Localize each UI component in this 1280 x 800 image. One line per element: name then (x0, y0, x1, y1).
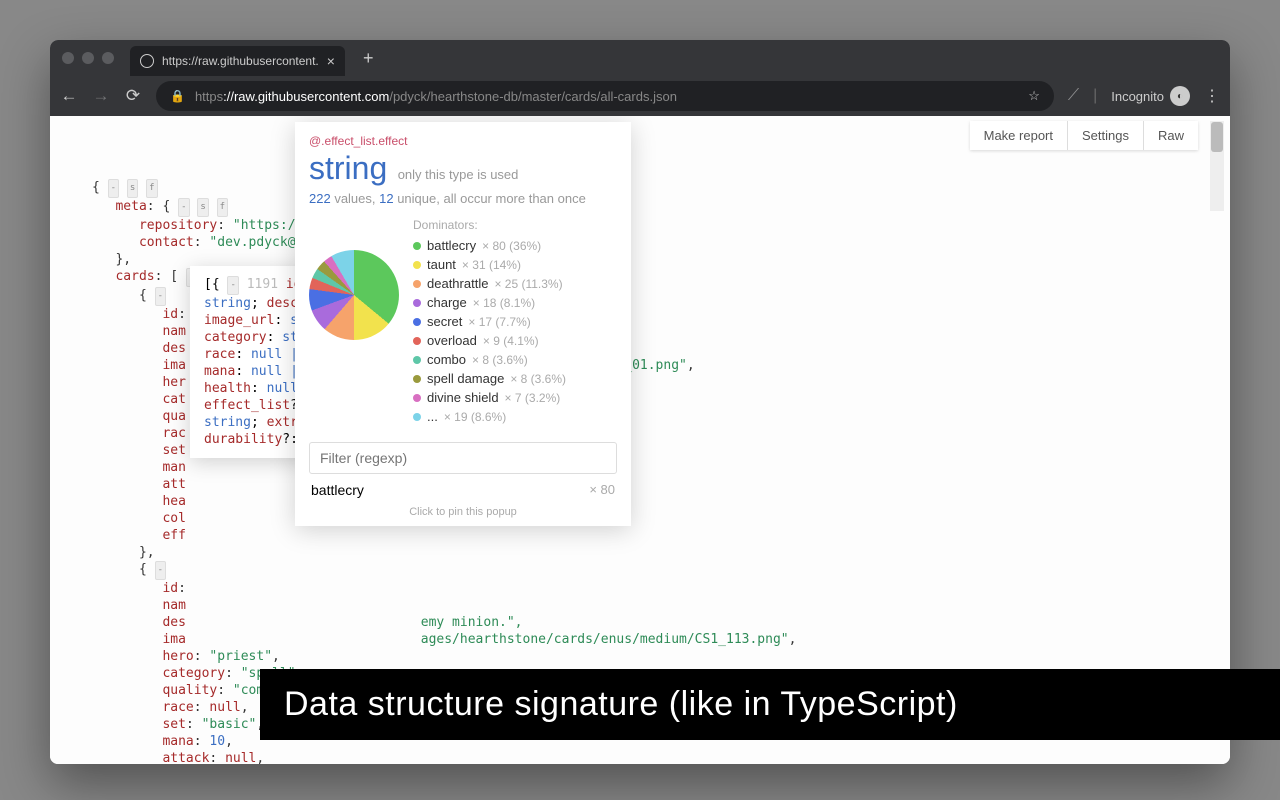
star-icon[interactable]: ☆ (1028, 88, 1040, 104)
toolbar: ← → ⟳ 🔒 https://raw.githubusercontent.co… (50, 76, 1230, 116)
legend-item[interactable]: taunt × 31 (14%) (413, 257, 617, 272)
filter-result[interactable]: battlecry × 80 (309, 474, 617, 502)
browser-window: https://raw.githubusercontent. × + ← → ⟳… (50, 40, 1230, 764)
json-path: @.effect_list.effect (309, 134, 617, 148)
legend: Dominators: battlecry × 80 (36%)taunt × … (413, 218, 617, 428)
traffic-lights[interactable] (62, 52, 114, 64)
legend-item[interactable]: divine shield × 7 (3.2%) (413, 390, 617, 405)
action-bar: Make report Settings Raw (970, 121, 1198, 150)
new-tab-button[interactable]: + (363, 48, 374, 69)
caption-banner: Data structure signature (like in TypeSc… (260, 669, 1280, 740)
legend-item[interactable]: battlecry × 80 (36%) (413, 238, 617, 253)
url-bar[interactable]: 🔒 https://raw.githubusercontent.com/pdyc… (156, 81, 1054, 111)
value-stats: 222 values, 12 unique, all occur more th… (309, 191, 617, 206)
forward-button[interactable]: → (92, 86, 110, 106)
legend-item[interactable]: spell damage × 8 (3.6%) (413, 371, 617, 386)
legend-item[interactable]: charge × 18 (8.1%) (413, 295, 617, 310)
legend-item[interactable]: ... × 19 (8.6%) (413, 409, 617, 424)
close-tab-icon[interactable]: × (327, 53, 335, 69)
pin-hint: Click to pin this popup (309, 502, 617, 520)
incognito-badge: Incognito ◐ (1111, 86, 1190, 106)
type-note: only this type is used (398, 167, 519, 182)
raw-button[interactable]: Raw (1143, 121, 1198, 150)
scrollbar[interactable] (1210, 121, 1224, 211)
globe-icon (140, 54, 154, 68)
page-content: Make report Settings Raw { - s f meta: {… (50, 116, 1230, 764)
lock-icon: 🔒 (170, 89, 185, 103)
legend-item[interactable]: deathrattle × 25 (11.3%) (413, 276, 617, 291)
make-report-button[interactable]: Make report (970, 121, 1067, 150)
reload-button[interactable]: ⟳ (124, 86, 142, 106)
settings-button[interactable]: Settings (1067, 121, 1143, 150)
titlebar: https://raw.githubusercontent. × + (50, 40, 1230, 76)
browser-tab[interactable]: https://raw.githubusercontent. × (130, 46, 345, 76)
type-stats-popup: @.effect_list.effect string only this ty… (295, 122, 631, 526)
filter-input[interactable] (309, 442, 617, 474)
incognito-icon: ◐ (1170, 86, 1190, 106)
menu-button[interactable]: ⋮ (1204, 86, 1220, 106)
legend-item[interactable]: secret × 17 (7.7%) (413, 314, 617, 329)
extension-icon[interactable]: ⟋ (1068, 87, 1079, 105)
tab-title: https://raw.githubusercontent. (162, 54, 319, 68)
pie-chart (309, 250, 399, 340)
type-name: string (309, 150, 387, 187)
url-text: https://raw.githubusercontent.com/pdyck/… (195, 89, 1018, 104)
legend-item[interactable]: overload × 9 (4.1%) (413, 333, 617, 348)
legend-item[interactable]: combo × 8 (3.6%) (413, 352, 617, 367)
back-button[interactable]: ← (60, 86, 78, 106)
